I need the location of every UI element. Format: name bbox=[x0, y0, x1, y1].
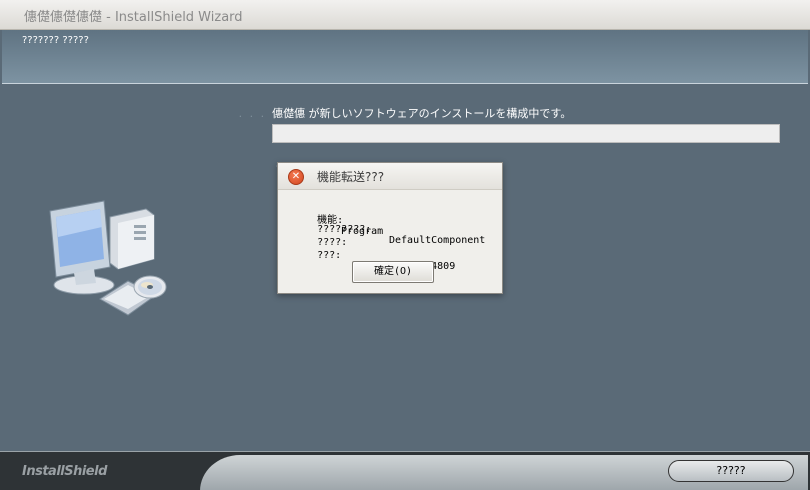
close-icon[interactable]: ✕ bbox=[288, 169, 304, 185]
dialog-title: 機能転送??? bbox=[317, 170, 385, 184]
computer-icon bbox=[49, 200, 167, 316]
wizard-header: ??????? ????? bbox=[2, 30, 808, 84]
dialog-titlebar[interactable]: ✕ 機能転送??? bbox=[278, 163, 502, 190]
status-dots: . . . bbox=[238, 107, 267, 120]
wizard-subtitle: ??????? ????? bbox=[22, 35, 89, 46]
ok-button[interactable]: 確定(O) bbox=[352, 261, 434, 283]
status-text: 僡儊僡 が新しいソフトウェアのインストールを構成中です。 bbox=[272, 107, 572, 120]
window-titlebar[interactable]: 僡儊僡儊僡儊 - InstallShield Wizard bbox=[0, 0, 810, 30]
row-label: ???: bbox=[317, 250, 342, 261]
status-line: . . . 僡儊僡 が新しいソフトウェアのインストールを構成中です。 bbox=[2, 105, 808, 121]
window-title: 僡儊僡儊僡儊 - InstallShield Wizard bbox=[24, 10, 243, 25]
installshield-logo: InstallShield bbox=[22, 464, 107, 479]
wizard-footer: InstallShield ????? bbox=[0, 451, 810, 490]
feature-transfer-dialog: ✕ 機能転送??? 機能: Program ????????: DefaultC… bbox=[277, 162, 503, 294]
cancel-button[interactable]: ????? bbox=[668, 460, 794, 482]
row-value: DefaultComponent bbox=[389, 235, 486, 246]
progress-bar bbox=[272, 124, 780, 143]
dialog-row-error-code: ???: -2147024809 bbox=[293, 239, 455, 283]
